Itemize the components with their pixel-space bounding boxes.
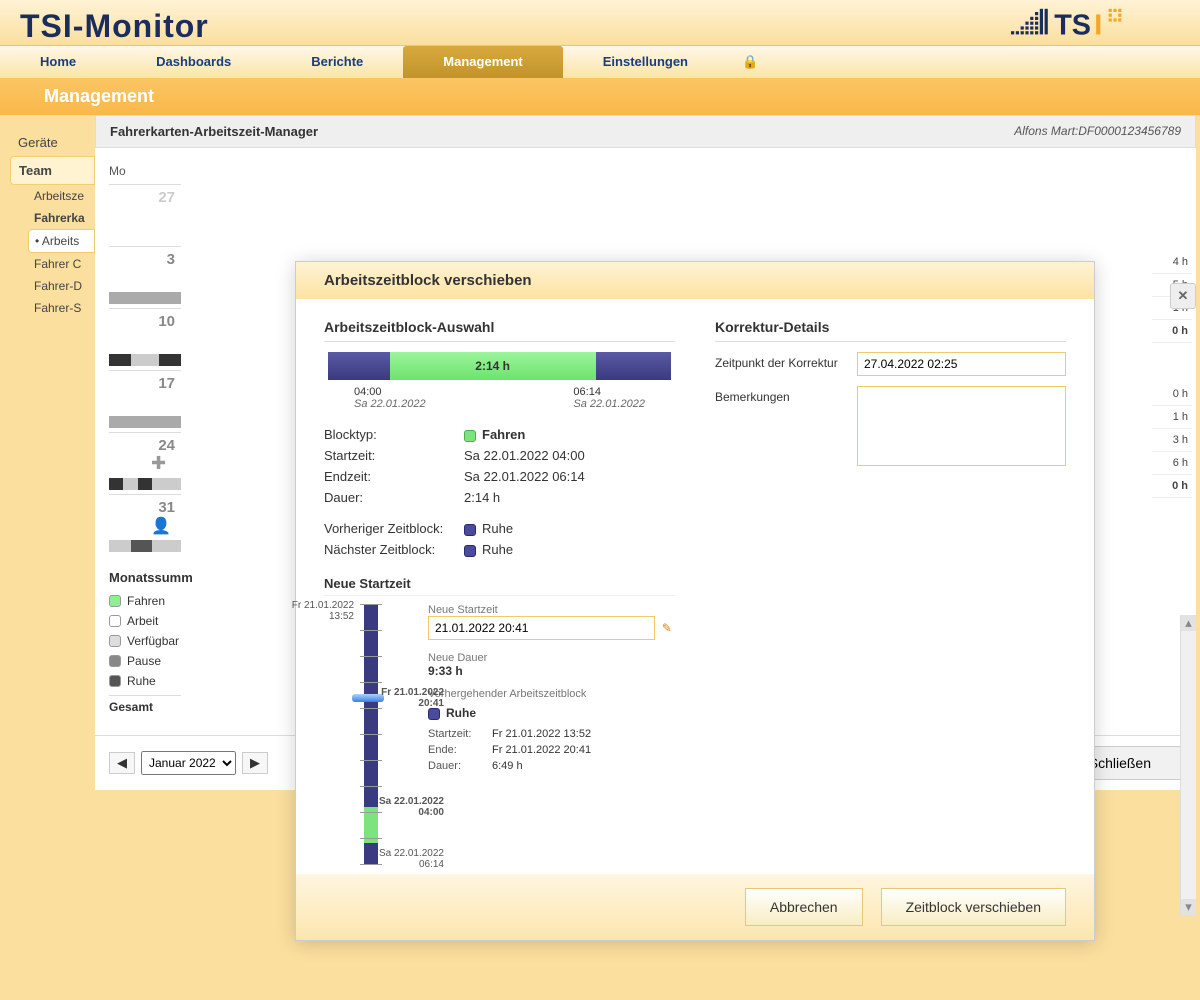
swatch-arbeit — [109, 615, 121, 627]
shift-block-button[interactable]: Zeitblock verschieben — [881, 888, 1066, 926]
new-start-input[interactable] — [428, 616, 655, 640]
correction-note-input[interactable] — [857, 386, 1066, 466]
section-new-start: Neue Startzeit — [324, 576, 675, 596]
svg-text:I: I — [1094, 9, 1102, 41]
panel-header: Fahrerkarten-Arbeitszeit-Manager Alfons … — [95, 115, 1196, 148]
plus-icon[interactable]: ✚ — [151, 453, 166, 474]
nav-management[interactable]: Management — [403, 46, 562, 78]
scrollbar[interactable]: ▴ ▾ — [1180, 615, 1196, 915]
nav-home[interactable]: Home — [0, 46, 116, 78]
close-x-button[interactable]: ✕ — [1170, 283, 1196, 309]
nav-berichte[interactable]: Berichte — [271, 46, 403, 78]
nav-lock-icon[interactable]: 🔒 — [728, 46, 772, 78]
pencil-icon[interactable]: ✎ — [659, 619, 675, 637]
chip-ruhe — [428, 708, 440, 720]
brand-logo-right: TSI — [970, 4, 1180, 47]
sidebar-sub-arbeits[interactable]: Arbeits — [28, 229, 95, 253]
chip-ruhe — [464, 524, 476, 536]
person-icon[interactable]: 👤 — [151, 516, 171, 536]
main-nav: Home Dashboards Berichte Management Eins… — [0, 45, 1200, 78]
nav-einstellungen[interactable]: Einstellungen — [563, 46, 728, 78]
sidebar-sub-fahrerkarten[interactable]: Fahrerka — [28, 207, 95, 229]
modal-title: Arbeitszeitblock verschieben — [296, 262, 1094, 299]
section-correction: Korrektur-Details — [715, 319, 1066, 342]
calendar-cell[interactable]: 10 — [109, 308, 181, 370]
month-select[interactable]: Januar 2022 — [141, 751, 236, 775]
calendar-cell[interactable]: 24✚ — [109, 432, 181, 494]
scroll-up-icon[interactable]: ▴ — [1181, 615, 1196, 631]
prev-month-button[interactable]: ◀ — [109, 752, 135, 774]
section-subhead: Management — [0, 78, 1200, 115]
new-duration-value: 9:33 h — [428, 664, 675, 678]
month-summary: Monatssumm Fahren Arbeit Verfügbar Pause… — [109, 570, 181, 717]
sidebar-sub-fahrer-c[interactable]: Fahrer C — [28, 253, 95, 275]
sidebar-sub-fahrer-d[interactable]: Fahrer-D — [28, 275, 95, 297]
timeline-label-green: Sa 22.01.2022 04:00 — [374, 796, 444, 818]
swatch-fahren — [109, 595, 121, 607]
content-panel: Fahrerkarten-Arbeitszeit-Manager Alfons … — [95, 115, 1196, 790]
summary-row: Fahren — [109, 591, 181, 611]
next-month-button[interactable]: ▶ — [242, 752, 268, 774]
sidebar-sub-fahrer-s[interactable]: Fahrer-S — [28, 297, 95, 319]
swatch-ruhe — [109, 675, 121, 687]
correction-ts-input[interactable] — [857, 352, 1066, 376]
calendar-cell[interactable]: 27 — [109, 184, 181, 246]
summary-total: Gesamt — [109, 695, 181, 717]
driver-id: Alfons Mart:DF0000123456789 — [1014, 124, 1181, 138]
summary-row: Ruhe — [109, 671, 181, 691]
sidebar: Geräte Team Arbeitsze Fahrerka Arbeits F… — [0, 115, 95, 790]
calendar-cell[interactable]: 3 — [109, 246, 181, 308]
calendar-cell[interactable]: 31👤 — [109, 494, 181, 556]
sidebar-sub-arbeitszeit[interactable]: Arbeitsze — [28, 185, 95, 207]
app-header: TSI TSI-Monitor — [0, 0, 1200, 45]
chip-fahren — [464, 430, 476, 442]
timeline-label-top: Fr 21.01.2022 13:52 — [284, 600, 354, 622]
block-bar: 2:14 h — [328, 352, 671, 380]
nav-dashboards[interactable]: Dashboards — [116, 46, 271, 78]
panel-title: Fahrerkarten-Arbeitszeit-Manager — [110, 124, 318, 139]
summary-row: Pause — [109, 651, 181, 671]
shift-block-modal: Arbeitszeitblock verschieben Arbeitszeit… — [295, 261, 1095, 941]
svg-text:TS: TS — [1054, 9, 1091, 41]
swatch-verfuegbar — [109, 635, 121, 647]
sidebar-item-geraete[interactable]: Geräte — [10, 129, 95, 156]
calendar-cell[interactable]: 17 — [109, 370, 181, 432]
summary-row: Arbeit — [109, 611, 181, 631]
swatch-pause — [109, 655, 121, 667]
block-duration-badge: 2:14 h — [390, 352, 596, 380]
calendar-day-header: Mo — [109, 158, 181, 184]
summary-row: Verfügbar — [109, 631, 181, 651]
sidebar-item-team[interactable]: Team — [10, 156, 95, 185]
timeline-label-bottom: Sa 22.01.2022 06:14 — [374, 848, 444, 870]
section-block-select: Arbeitszeitblock-Auswahl — [324, 319, 675, 342]
timeline-label-pointer: Fr 21.01.2022 20:41 — [374, 687, 444, 709]
cancel-button[interactable]: Abbrechen — [745, 888, 863, 926]
chip-ruhe — [464, 545, 476, 557]
scroll-down-icon[interactable]: ▾ — [1181, 899, 1196, 915]
